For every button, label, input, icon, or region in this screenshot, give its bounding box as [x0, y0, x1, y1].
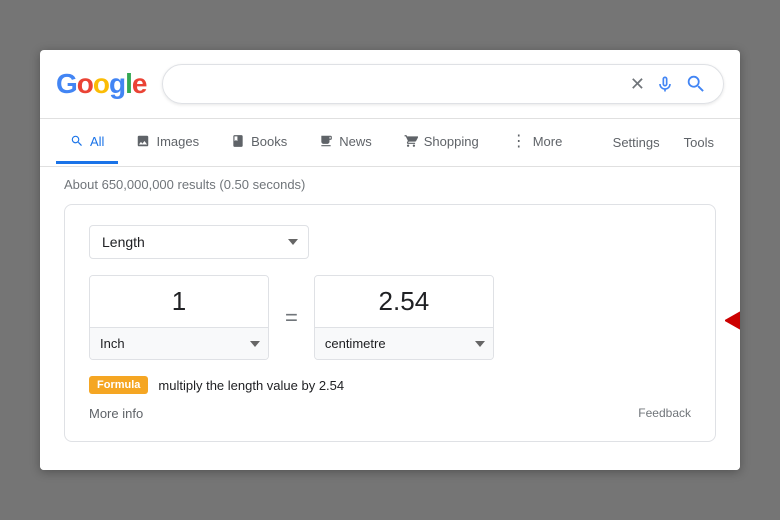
tab-images[interactable]: Images	[122, 122, 213, 164]
results-count: About 650,000,000 results (0.50 seconds)	[64, 177, 716, 192]
search-bar-icons: ✕	[630, 73, 707, 95]
mic-button[interactable]	[655, 74, 675, 94]
from-field: 1 Inch	[89, 275, 269, 360]
to-field: 2.54 centimetre	[314, 275, 494, 360]
formula-badge: Formula	[89, 376, 148, 394]
shopping-icon	[404, 134, 418, 148]
more-dots-icon: ⋮	[511, 131, 527, 151]
equals-sign: =	[285, 305, 298, 331]
converter-select-row: Length	[89, 225, 691, 259]
more-info-link[interactable]: More info	[89, 406, 143, 421]
clear-icon: ✕	[630, 74, 645, 95]
browser-window: Google 1 inch to cm ✕	[40, 50, 740, 470]
tab-all[interactable]: All	[56, 122, 118, 164]
arrow-icon	[725, 296, 740, 346]
results-area: About 650,000,000 results (0.50 seconds)…	[40, 167, 740, 470]
feedback-link[interactable]: Feedback	[638, 406, 691, 421]
mic-icon	[655, 74, 675, 94]
nav-settings: Settings Tools	[603, 123, 724, 162]
tab-books[interactable]: Books	[217, 122, 301, 164]
tools-link[interactable]: Tools	[674, 123, 724, 162]
search-bar: 1 inch to cm ✕	[162, 64, 724, 104]
tab-more[interactable]: ⋮ More	[497, 119, 577, 166]
google-logo: Google	[56, 68, 146, 100]
settings-link[interactable]: Settings	[603, 123, 670, 162]
to-value[interactable]: 2.54	[315, 276, 493, 328]
category-select[interactable]: Length	[89, 225, 309, 259]
header: Google 1 inch to cm ✕	[40, 50, 740, 119]
formula-text: multiply the length value by 2.54	[158, 378, 344, 393]
card-footer: More info Feedback	[89, 402, 691, 421]
red-arrow-annotation	[725, 296, 740, 351]
formula-row: Formula multiply the length value by 2.5…	[89, 376, 691, 394]
news-icon	[319, 134, 333, 148]
tab-news[interactable]: News	[305, 122, 386, 164]
search-icon	[685, 73, 707, 95]
to-unit-select[interactable]: centimetre	[315, 328, 493, 359]
search-input[interactable]: 1 inch to cm	[179, 76, 621, 93]
from-unit-select[interactable]: Inch	[90, 328, 268, 359]
nav-tabs: All Images Books News Shopping ⋮ More Se…	[40, 119, 740, 167]
search-button[interactable]	[685, 73, 707, 95]
converter-card: Length 1 Inch = 2.54 centimetre	[64, 204, 716, 442]
tab-shopping[interactable]: Shopping	[390, 122, 493, 164]
images-icon	[136, 134, 150, 148]
clear-button[interactable]: ✕	[630, 74, 645, 95]
converter-inputs: 1 Inch = 2.54 centimetre	[89, 275, 691, 360]
search-small-icon	[70, 134, 84, 148]
from-value[interactable]: 1	[90, 276, 268, 328]
books-icon	[231, 134, 245, 148]
